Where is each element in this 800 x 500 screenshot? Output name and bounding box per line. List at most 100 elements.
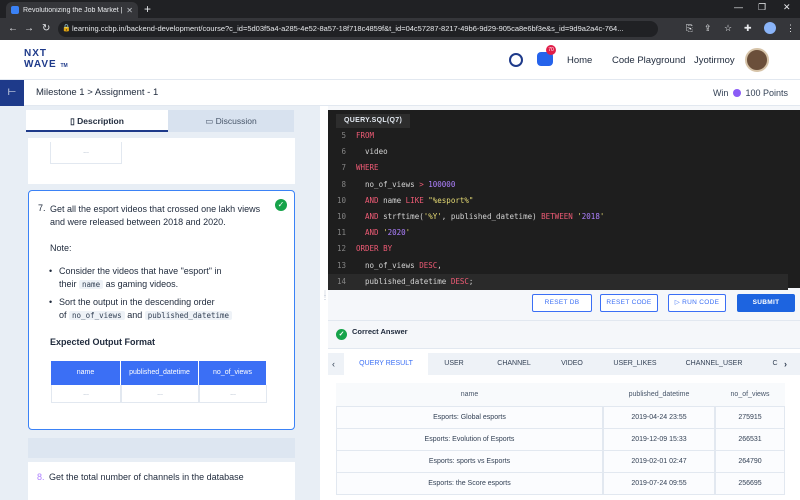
window-close-icon[interactable]: ✕: [783, 2, 791, 13]
previous-table-cell: ...: [50, 142, 122, 164]
code-text[interactable]: AND name LIKE "%esport%": [350, 193, 473, 209]
tab-query-result[interactable]: QUERY RESULT: [344, 353, 428, 375]
code-line[interactable]: 14 published_datetime DESC;: [328, 273, 788, 290]
reset-db-button[interactable]: RESET DB: [532, 294, 592, 312]
line-number: 13: [336, 260, 346, 270]
table-row: Esports: Global esports 2019-04-24 23:55 2…: [336, 407, 796, 429]
extensions-icon[interactable]: ✚: [744, 23, 752, 34]
logo-line1: NXT: [24, 48, 47, 59]
logo-line2: WAVE: [24, 59, 57, 70]
panel-splitter[interactable]: [320, 106, 328, 500]
code-line[interactable]: 11 AND '2020': [328, 225, 788, 241]
nxtwave-logo[interactable]: NXT WAVE TM: [24, 48, 68, 72]
editor-file-tab[interactable]: QUERY.SQL(Q7): [336, 114, 411, 128]
coin-icon: [732, 89, 741, 97]
code-lines[interactable]: 5 FROM 6 video 7 WHERE 8 no_of_views > 100000…: [328, 128, 788, 290]
previous-question-card: ...: [28, 138, 295, 184]
table-row: Esports: sports vs Esports 2019-02-01 02:…: [336, 451, 796, 473]
tab-user[interactable]: USER: [432, 353, 476, 375]
browser-tab-title: Revolutionizing the Job Market |: [23, 6, 123, 14]
code-text[interactable]: no_of_views > 100000: [350, 177, 455, 193]
tab-channel[interactable]: CHANNEL: [486, 353, 542, 375]
code-text[interactable]: ORDER BY: [350, 241, 392, 257]
timer-icon[interactable]: [509, 53, 523, 67]
editor-panel: QUERY.SQL(Q7) 5 FROM 6 video 7 WHERE 8 no_of_…: [328, 106, 800, 500]
code-line[interactable]: 10 AND name LIKE "%esport%": [328, 193, 788, 209]
user-name[interactable]: Jyotirmoy: [694, 55, 735, 66]
share-icon[interactable]: ⇪: [704, 23, 712, 34]
table-cell: 2019-04-24 23:55: [603, 407, 715, 429]
code-chip-published-datetime: published_datetime: [144, 311, 233, 320]
line-number: 6: [341, 147, 346, 157]
code-line[interactable]: 10 AND strftime('%Y', published_datetime…: [328, 209, 788, 225]
home-link[interactable]: Home: [567, 55, 592, 66]
expected-col-name: name: [51, 361, 121, 385]
expected-cell: ...: [121, 385, 199, 403]
tab-video[interactable]: VIDEO: [550, 353, 594, 375]
question-list[interactable]: ... 7. Get all the esport videos that cr…: [28, 138, 295, 500]
code-line[interactable]: 12 ORDER BY: [328, 241, 788, 257]
code-line[interactable]: 13 no_of_views DESC,: [328, 258, 788, 274]
avatar[interactable]: [745, 48, 769, 72]
sidebar-toggle-icon[interactable]: ⊢: [0, 80, 24, 106]
code-text[interactable]: AND '2020': [350, 225, 410, 241]
run-code-button[interactable]: ▷ RUN CODE: [668, 294, 726, 312]
browser-menu-icon[interactable]: ⋮: [786, 23, 795, 34]
table-cell: 266531: [715, 429, 785, 451]
notification-badge: 70: [546, 45, 556, 55]
result-status: ✓ Correct Answer: [336, 324, 408, 340]
submit-button[interactable]: SUBMIT: [737, 294, 795, 312]
tabs-scroll-left-icon[interactable]: ‹: [332, 353, 335, 375]
expected-table-row: ... ... ...: [51, 385, 267, 403]
install-app-icon[interactable]: ⎘: [686, 23, 693, 34]
table-cell: 264790: [715, 451, 785, 473]
line-number: 14: [336, 276, 346, 286]
code-text[interactable]: AND strftime('%Y', published_datetime) B…: [350, 209, 604, 225]
code-editor[interactable]: QUERY.SQL(Q7) 5 FROM 6 video 7 WHERE 8 no_of_…: [328, 110, 800, 290]
url-field[interactable]: 🔒 learning.ccbp.in/backend-development/c…: [58, 21, 658, 37]
question-8-card[interactable]: 8. Get the total number of channels in t…: [28, 462, 295, 500]
browser-address-bar: ← → ↻ 🔒 learning.ccbp.in/backend-develop…: [0, 18, 800, 40]
browser-tab[interactable]: Revolutionizing the Job Market | ✕: [6, 2, 138, 18]
tab-partial[interactable]: C: [768, 353, 782, 375]
code-text[interactable]: published_datetime DESC;: [350, 274, 473, 290]
new-tab-icon[interactable]: +: [144, 2, 151, 16]
code-text[interactable]: no_of_views DESC,: [350, 258, 442, 274]
result-tabs: ‹ QUERY RESULT USER CHANNEL VIDEO USER_L…: [328, 353, 800, 375]
table-cell: 2019-07-24 09:55: [603, 473, 715, 495]
forward-icon[interactable]: →: [24, 22, 34, 36]
close-tab-icon[interactable]: ✕: [126, 6, 133, 15]
maximize-icon[interactable]: ❐: [758, 2, 766, 13]
code-line[interactable]: 8 no_of_views > 100000: [328, 177, 788, 193]
code-text[interactable]: video: [350, 144, 388, 160]
question-number: 7.: [38, 203, 46, 213]
bookmark-star-icon[interactable]: ☆: [724, 23, 732, 34]
back-icon[interactable]: ←: [8, 22, 18, 36]
code-line[interactable]: 6 video: [328, 144, 788, 160]
table-row: Esports: Evolution of Esports 2019-12-09 …: [336, 429, 796, 451]
reload-icon[interactable]: ↻: [42, 22, 50, 36]
code-line[interactable]: 7 WHERE: [328, 160, 788, 176]
tab-channel-user[interactable]: CHANNEL_USER: [678, 353, 750, 375]
tab-description[interactable]: ▯ Description: [26, 110, 168, 132]
table-cell: 275915: [715, 407, 785, 429]
code-text[interactable]: WHERE: [350, 160, 379, 176]
points-value: 100 Points: [745, 88, 788, 98]
tabs-scroll-right-icon[interactable]: ›: [784, 353, 787, 375]
code-chip-name: name: [79, 280, 104, 289]
code-text[interactable]: FROM: [350, 128, 374, 144]
result-col-published-datetime: published_datetime: [603, 383, 715, 407]
divider: [328, 320, 800, 321]
table-cell: 2019-02-01 02:47: [603, 451, 715, 473]
tab-user-likes[interactable]: USER_LIKES: [606, 353, 664, 375]
code-line[interactable]: 5 FROM: [328, 128, 788, 144]
expected-output-table: name published_datetime no_of_views ... …: [51, 361, 267, 403]
browser-profile-icon[interactable]: [764, 22, 776, 34]
tab-discussion[interactable]: ▭ Discussion: [168, 110, 294, 132]
tab-description-label: Description: [77, 116, 124, 126]
table-cell: Esports: Global esports: [336, 407, 603, 429]
bullet2-part1: Sort the output in the descending order: [59, 297, 215, 307]
code-playground-link[interactable]: Code Playground: [612, 55, 685, 66]
reset-code-button[interactable]: RESET CODE: [600, 294, 658, 312]
minimize-icon[interactable]: —: [734, 2, 743, 12]
